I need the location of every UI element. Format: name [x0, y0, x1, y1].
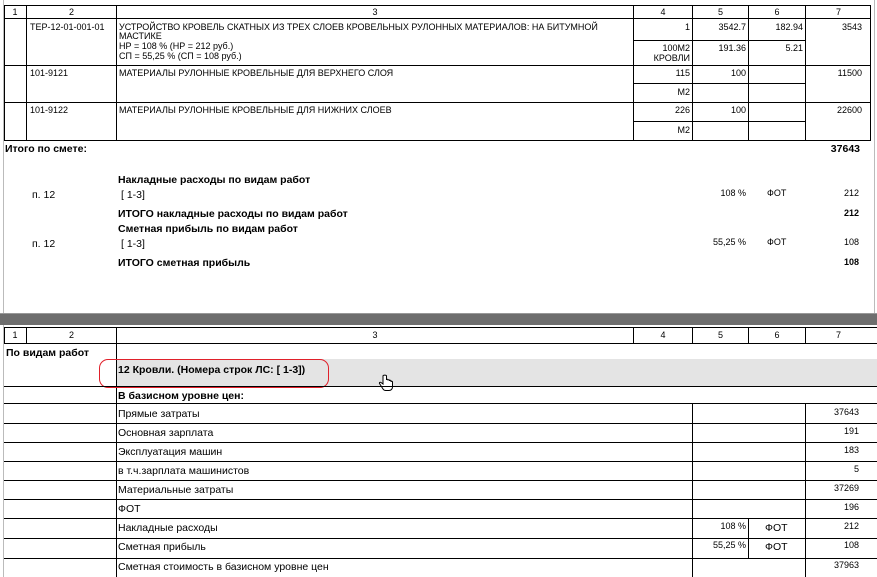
estimate-total-value: 37643	[830, 143, 860, 155]
row-code: 101-9121	[30, 68, 69, 78]
overhead-total-value: 212	[843, 208, 859, 218]
highlight-oval	[99, 359, 329, 388]
summary-label: ФОТ	[118, 503, 141, 515]
row-unit: М2	[677, 87, 690, 97]
row-coef-lower: 5.21	[785, 43, 803, 53]
bottom-summary-pane: 1 2 3 4 5 6 7 По видам работ 12 Кровли. …	[0, 325, 877, 577]
row-code: 101-9122	[30, 105, 69, 115]
row-total: 22600	[836, 105, 862, 115]
row-unit: КРОВЛИ	[653, 53, 690, 63]
top-estimate-pane: 1 2 3 4 5 6 7 ТЕР-12-01-001-01 УСТРОЙСТВ…	[0, 0, 877, 313]
summary-label: Сметная стоимость в базисном уровне цен	[118, 561, 329, 573]
summary-value: 108	[843, 540, 859, 550]
row-qty: 226	[674, 105, 690, 115]
row-price: 3542.7	[718, 22, 746, 32]
summary-label: в т.ч.зарплата машинистов	[118, 465, 250, 477]
row-total: 3543	[841, 22, 862, 32]
row-name-line: УСТРОЙСТВО КРОВЕЛЬ СКАТНЫХ ИЗ ТРЕХ СЛОЕВ…	[119, 22, 598, 32]
overhead-total-label: ИТОГО накладные расходы по видам работ	[118, 208, 348, 220]
col-header-3: 3	[372, 330, 378, 340]
row-name-line: МАСТИКЕ	[119, 31, 162, 41]
summary-value: 212	[843, 521, 859, 531]
row-price: 100	[730, 105, 746, 115]
profit-value: 108	[843, 237, 859, 247]
col-header-4: 4	[660, 330, 666, 340]
row-qty: 1	[684, 22, 690, 32]
summary-label: Материальные затраты	[118, 484, 234, 496]
estimate-total-label: Итого по смете:	[5, 143, 87, 155]
summary-label: Эксплуатация машин	[118, 446, 223, 458]
col-header-6: 6	[774, 7, 780, 17]
summary-value: 37643	[833, 407, 859, 417]
row-price: 100	[730, 68, 746, 78]
row-qty: 115	[675, 68, 690, 78]
overhead-range: [ 1-3]	[121, 189, 145, 201]
summary-base: ФОТ	[765, 522, 788, 534]
row-coef: 182.94	[775, 22, 803, 32]
summary-label: Сметная прибыль	[118, 541, 206, 553]
col-header-3: 3	[372, 7, 378, 17]
base-level-label: В базисном уровне цен:	[118, 390, 244, 402]
profit-percent: 55,25 %	[712, 237, 746, 247]
col-header-7: 7	[835, 7, 841, 17]
summary-value: 183	[843, 445, 859, 455]
row-code: ТЕР-12-01-001-01	[30, 22, 105, 32]
summary-label: Основная зарплата	[118, 427, 214, 439]
page-right-border	[874, 0, 875, 313]
row-total: 11500	[837, 68, 862, 78]
summary-value: 196	[843, 502, 859, 512]
row-name-line: МАТЕРИАЛЫ РУЛОННЫЕ КРОВЕЛЬНЫЕ ДЛЯ ВЕРХНЕ…	[119, 68, 394, 78]
profit-title: Сметная прибыль по видам работ	[118, 223, 298, 235]
profit-base: ФОТ	[767, 237, 787, 247]
col-header-5: 5	[717, 7, 723, 17]
col-header-4: 4	[660, 7, 666, 17]
summary-value: 191	[843, 426, 859, 436]
overhead-percent: 108 %	[720, 188, 746, 198]
section-label: По видам работ	[6, 347, 90, 359]
summary-label: Прямые затраты	[118, 408, 200, 420]
summary-value: 5	[853, 464, 859, 474]
row-unit: М2	[677, 125, 690, 135]
col-header-2: 2	[68, 330, 74, 340]
row-profit-note: СП = 55,25 % (СП = 108 руб.)	[119, 51, 242, 61]
summary-label: Накладные расходы	[118, 522, 218, 534]
row-price-lower: 191.36	[718, 43, 746, 53]
header-top-line	[4, 5, 871, 6]
summary-value: 37963	[833, 560, 859, 570]
summary-base: ФОТ	[765, 541, 788, 553]
row-unit: 100М2	[662, 43, 690, 53]
header-bottom-line	[4, 18, 871, 19]
hand-cursor-icon	[378, 374, 393, 391]
col-header-1: 1	[12, 330, 18, 340]
col-header-2: 2	[68, 7, 74, 17]
summary-pct: 108 %	[720, 521, 746, 531]
profit-item: п. 12	[32, 238, 56, 250]
row-name-line: МАТЕРИАЛЫ РУЛОННЫЕ КРОВЕЛЬНЫЕ ДЛЯ НИЖНИХ…	[119, 105, 392, 115]
col-header-5: 5	[717, 330, 723, 340]
overhead-title: Накладные расходы по видам работ	[118, 174, 311, 186]
col-header-6: 6	[774, 330, 780, 340]
summary-pct: 55,25 %	[712, 540, 746, 550]
profit-total-label: ИТОГО сметная прибыль	[118, 257, 251, 269]
profit-range: [ 1-3]	[121, 238, 145, 250]
overhead-base: ФОТ	[767, 188, 787, 198]
row-overhead-note: НР = 108 % (НР = 212 руб.)	[119, 41, 234, 51]
col-header-1: 1	[12, 7, 18, 17]
col-header-7: 7	[835, 330, 841, 340]
summary-value: 37269	[833, 483, 859, 493]
overhead-value: 212	[843, 188, 859, 198]
overhead-item: п. 12	[32, 189, 56, 201]
profit-total-value: 108	[843, 257, 859, 267]
